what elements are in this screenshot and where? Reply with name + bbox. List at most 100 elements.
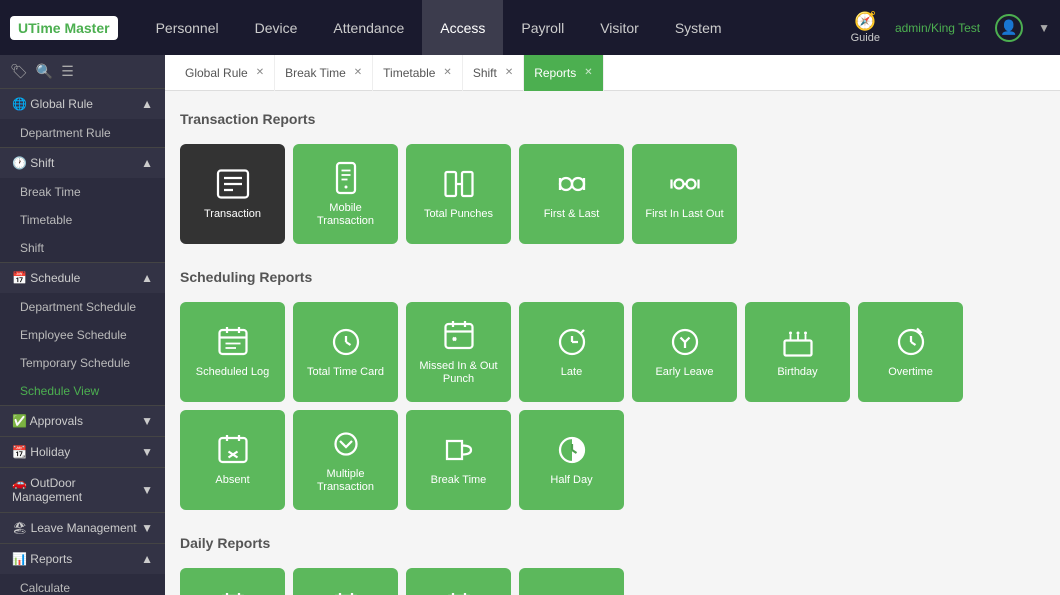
mobile-transaction-label: Mobile Transaction bbox=[301, 202, 390, 228]
chevron-icon: ▲ bbox=[141, 97, 153, 111]
first-in-last-out-icon bbox=[667, 166, 703, 202]
tab-reports[interactable]: Reports ✕ bbox=[524, 55, 603, 91]
early-leave-icon bbox=[667, 324, 703, 360]
sidebar-section-shift[interactable]: 🕐 Shift ▲ bbox=[0, 147, 165, 178]
sidebar-section-holiday[interactable]: 📆 Holiday ▼ bbox=[0, 436, 165, 467]
sidebar-item-break-time[interactable]: Break Time bbox=[0, 178, 165, 206]
guide-label: Guide bbox=[851, 32, 880, 44]
daily-reports-grid: Daily Attendance Daily Details Daily Sum… bbox=[180, 568, 1045, 595]
sidebar-global-rule-label: 🌐 Global Rule bbox=[12, 97, 93, 111]
chevron-approvals-icon: ▼ bbox=[141, 414, 153, 428]
sidebar-item-shift[interactable]: Shift bbox=[0, 234, 165, 262]
daily-reports-title: Daily Reports bbox=[180, 530, 1045, 556]
sidebar-item-calculate[interactable]: Calculate bbox=[0, 574, 165, 595]
close-break-time[interactable]: ✕ bbox=[354, 67, 362, 78]
sidebar-item-department-rule[interactable]: Department Rule bbox=[0, 119, 165, 147]
tab-shift[interactable]: Shift ✕ bbox=[463, 55, 524, 91]
chevron-outdoor-icon: ▼ bbox=[141, 483, 153, 497]
card-total-time-card[interactable]: Total Time Card bbox=[293, 302, 398, 402]
nav-access[interactable]: Access bbox=[422, 0, 503, 55]
card-total-punches[interactable]: Total Punches bbox=[406, 144, 511, 244]
sidebar-leave-label: 🏖 Leave Management bbox=[12, 521, 137, 535]
guide-button[interactable]: 🧭 Guide bbox=[851, 11, 880, 44]
card-daily-status[interactable]: Daily Status bbox=[519, 568, 624, 595]
card-scheduled-log[interactable]: Scheduled Log bbox=[180, 302, 285, 402]
chevron-holiday-icon: ▼ bbox=[141, 445, 153, 459]
card-daily-details[interactable]: Daily Details bbox=[293, 568, 398, 595]
nav-right: 🧭 Guide admin/King Test 👤 ▼ bbox=[851, 11, 1050, 44]
break-time-icon bbox=[441, 432, 477, 468]
nav-personnel[interactable]: Personnel bbox=[138, 0, 237, 55]
chevron-reports-icon: ▲ bbox=[141, 552, 153, 566]
daily-attendance-icon bbox=[215, 590, 251, 595]
nav-payroll[interactable]: Payroll bbox=[503, 0, 582, 55]
card-missed-in-out[interactable]: Missed In & Out Punch bbox=[406, 302, 511, 402]
user-avatar[interactable]: 👤 bbox=[995, 14, 1023, 42]
transaction-icon bbox=[215, 166, 251, 202]
card-early-leave[interactable]: Early Leave bbox=[632, 302, 737, 402]
sidebar-section-outdoor[interactable]: 🚗 OutDoor Management ▼ bbox=[0, 467, 165, 512]
tab-timetable[interactable]: Timetable ✕ bbox=[373, 55, 463, 91]
content-area: Global Rule ✕ Break Time ✕ Timetable ✕ S… bbox=[165, 55, 1060, 595]
sidebar-item-schedule-view[interactable]: Schedule View bbox=[0, 377, 165, 405]
close-timetable[interactable]: ✕ bbox=[443, 67, 451, 78]
card-multiple-transaction[interactable]: Multiple Transaction bbox=[293, 410, 398, 510]
list-icon[interactable]: ☰ bbox=[61, 63, 74, 80]
tab-global-rule[interactable]: Global Rule ✕ bbox=[175, 55, 275, 91]
sidebar-section-leave[interactable]: 🏖 Leave Management ▼ bbox=[0, 512, 165, 543]
card-absent[interactable]: Absent bbox=[180, 410, 285, 510]
sidebar-item-emp-schedule[interactable]: Employee Schedule bbox=[0, 321, 165, 349]
scheduling-reports-title: Scheduling Reports bbox=[180, 264, 1045, 290]
sidebar-reports-label: 📊 Reports bbox=[12, 552, 72, 566]
sidebar-section-global-rule[interactable]: 🌐 Global Rule ▲ bbox=[0, 88, 165, 119]
sidebar-section-reports[interactable]: 📊 Reports ▲ bbox=[0, 543, 165, 574]
overtime-icon bbox=[893, 324, 929, 360]
nav-visitor[interactable]: Visitor bbox=[582, 0, 657, 55]
card-daily-summary[interactable]: Daily Summary bbox=[406, 568, 511, 595]
close-shift[interactable]: ✕ bbox=[505, 67, 513, 78]
half-day-icon bbox=[554, 432, 590, 468]
close-reports[interactable]: ✕ bbox=[584, 67, 592, 78]
nav-attendance[interactable]: Attendance bbox=[315, 0, 422, 55]
app-logo[interactable]: UTime Master bbox=[10, 16, 118, 40]
card-half-day[interactable]: Half Day bbox=[519, 410, 624, 510]
sidebar-section-approvals[interactable]: ✅ Approvals ▼ bbox=[0, 405, 165, 436]
scheduling-reports-grid: Scheduled Log Total Time Card Missed In … bbox=[180, 302, 1045, 510]
sidebar-item-temp-schedule[interactable]: Temporary Schedule bbox=[0, 349, 165, 377]
card-birthday[interactable]: Birthday bbox=[745, 302, 850, 402]
tag-icon[interactable]: 🏷 bbox=[10, 63, 28, 80]
user-info[interactable]: admin/King Test bbox=[895, 21, 980, 35]
nav-device[interactable]: Device bbox=[237, 0, 316, 55]
multiple-transaction-icon bbox=[328, 426, 364, 462]
search-icon[interactable]: 🔍 bbox=[36, 63, 53, 80]
card-late[interactable]: Late bbox=[519, 302, 624, 402]
transaction-reports-grid: Transaction Mobile Transaction Total Pun… bbox=[180, 144, 1045, 244]
card-first-in-last-out[interactable]: First In Last Out bbox=[632, 144, 737, 244]
sidebar-section-schedule[interactable]: 📅 Schedule ▲ bbox=[0, 262, 165, 293]
missed-in-out-icon bbox=[441, 318, 477, 354]
close-global-rule[interactable]: ✕ bbox=[256, 67, 264, 78]
transaction-label: Transaction bbox=[204, 208, 261, 221]
sidebar-outdoor-label: 🚗 OutDoor Management bbox=[12, 476, 141, 504]
card-break-time[interactable]: Break Time bbox=[406, 410, 511, 510]
chevron-schedule-icon: ▲ bbox=[141, 271, 153, 285]
birthday-icon bbox=[780, 324, 816, 360]
sidebar-item-dept-schedule[interactable]: Department Schedule bbox=[0, 293, 165, 321]
first-last-icon bbox=[554, 166, 590, 202]
card-mobile-transaction[interactable]: Mobile Transaction bbox=[293, 144, 398, 244]
main-layout: 🏷 🔍 ☰ 🌐 Global Rule ▲ Department Rule 🕐 … bbox=[0, 55, 1060, 595]
card-overtime[interactable]: Overtime bbox=[858, 302, 963, 402]
card-first-last[interactable]: First & Last bbox=[519, 144, 624, 244]
first-last-label: First & Last bbox=[544, 208, 600, 221]
nav-system[interactable]: System bbox=[657, 0, 740, 55]
card-daily-attendance[interactable]: Daily Attendance bbox=[180, 568, 285, 595]
daily-details-icon bbox=[328, 590, 364, 595]
card-transaction[interactable]: Transaction bbox=[180, 144, 285, 244]
overtime-label: Overtime bbox=[888, 366, 933, 379]
reports-content: Transaction Reports Transaction Mobile T… bbox=[165, 91, 1060, 595]
sidebar-item-timetable[interactable]: Timetable bbox=[0, 206, 165, 234]
dropdown-icon[interactable]: ▼ bbox=[1038, 21, 1050, 35]
total-punches-icon bbox=[441, 166, 477, 202]
daily-status-icon bbox=[554, 590, 590, 595]
tab-break-time[interactable]: Break Time ✕ bbox=[275, 55, 373, 91]
